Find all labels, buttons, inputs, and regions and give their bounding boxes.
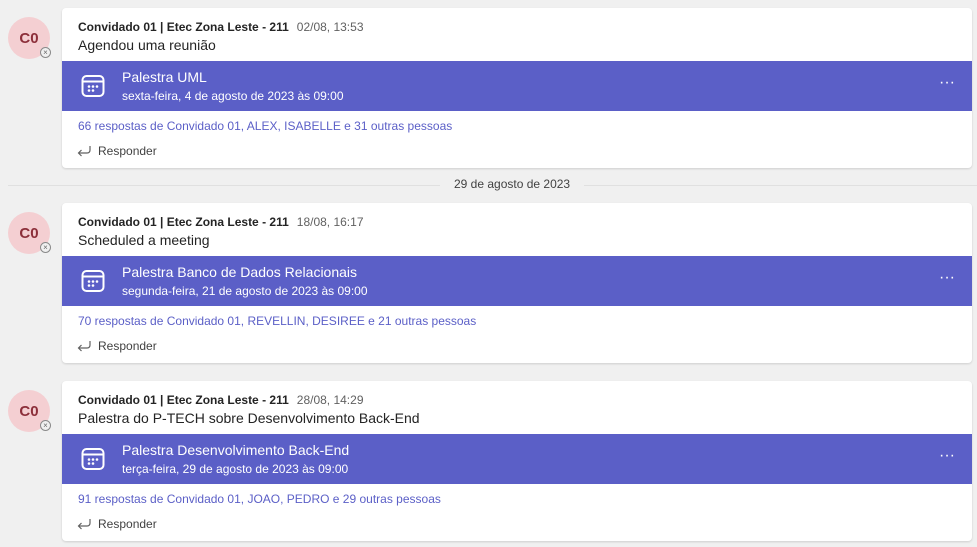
reply-button[interactable]: Responder	[76, 517, 157, 531]
author-name[interactable]: Convidado 01 | Etec Zona Leste - 211	[78, 20, 289, 34]
post-header: Convidado 01 | Etec Zona Leste - 211 18/0…	[78, 215, 364, 229]
calendar-icon	[81, 448, 105, 470]
timestamp: 18/08, 16:17	[296, 215, 364, 229]
post-message: Agendou uma reunião	[78, 37, 216, 53]
meeting-card[interactable]: Palestra Desenvolvimento Back-End terça-…	[62, 434, 972, 484]
status-offline-icon: ×	[40, 242, 51, 253]
meeting-title: Palestra Desenvolvimento Back-End	[122, 442, 350, 458]
reply-arrow-icon	[77, 519, 91, 530]
more-options-button[interactable]: ···	[934, 75, 960, 97]
post-message: Palestra do P-TECH sobre Desenvolvimento…	[78, 410, 420, 426]
calendar-icon	[81, 270, 105, 292]
meeting-date: terça-feira, 29 de agosto de 2023 às 09:…	[122, 462, 349, 476]
more-options-button[interactable]: ···	[934, 448, 960, 470]
meeting-date: segunda-feira, 21 de agosto de 2023 às 0…	[122, 284, 368, 298]
more-options-button[interactable]: ···	[934, 270, 960, 292]
meeting-title: Palestra UML	[122, 69, 207, 85]
reply-label: Responder	[98, 144, 157, 158]
calendar-icon	[81, 75, 105, 97]
meeting-date: sexta-feira, 4 de agosto de 2023 às 09:0…	[122, 89, 344, 103]
post-message: Scheduled a meeting	[78, 232, 210, 248]
reply-arrow-icon	[77, 341, 91, 352]
date-divider: 29 de agosto de 2023	[440, 177, 585, 191]
post-header: Convidado 01 | Etec Zona Leste - 211 02/0…	[78, 20, 364, 34]
status-offline-icon: ×	[40, 47, 51, 58]
status-offline-icon: ×	[40, 420, 51, 431]
author-name[interactable]: Convidado 01 | Etec Zona Leste - 211	[78, 393, 289, 407]
reply-button[interactable]: Responder	[76, 144, 157, 158]
reply-arrow-icon	[77, 146, 91, 157]
replies-link[interactable]: 66 respostas de Convidado 01, ALEX, ISAB…	[78, 119, 452, 133]
author-name[interactable]: Convidado 01 | Etec Zona Leste - 211	[78, 215, 289, 229]
replies-link[interactable]: 91 respostas de Convidado 01, JOAO, PEDR…	[78, 492, 441, 506]
meeting-card[interactable]: Palestra UML sexta-feira, 4 de agosto de…	[62, 61, 972, 111]
post-header: Convidado 01 | Etec Zona Leste - 211 28/0…	[78, 393, 364, 407]
reply-label: Responder	[98, 517, 157, 531]
meeting-title: Palestra Banco de Dados Relacionais	[122, 264, 358, 280]
reply-button[interactable]: Responder	[76, 339, 157, 353]
reply-label: Responder	[98, 339, 157, 353]
post-card: Convidado 01 | Etec Zona Leste - 211 02/0…	[62, 8, 972, 168]
replies-link[interactable]: 70 respostas de Convidado 01, REVELLIN, …	[78, 314, 476, 328]
timestamp: 02/08, 13:53	[296, 20, 364, 34]
timestamp: 28/08, 14:29	[296, 393, 364, 407]
meeting-card[interactable]: Palestra Banco de Dados Relacionais segu…	[62, 256, 972, 306]
post-card: Convidado 01 | Etec Zona Leste - 211 28/0…	[62, 381, 972, 541]
post-card: Convidado 01 | Etec Zona Leste - 211 18/0…	[62, 203, 972, 363]
